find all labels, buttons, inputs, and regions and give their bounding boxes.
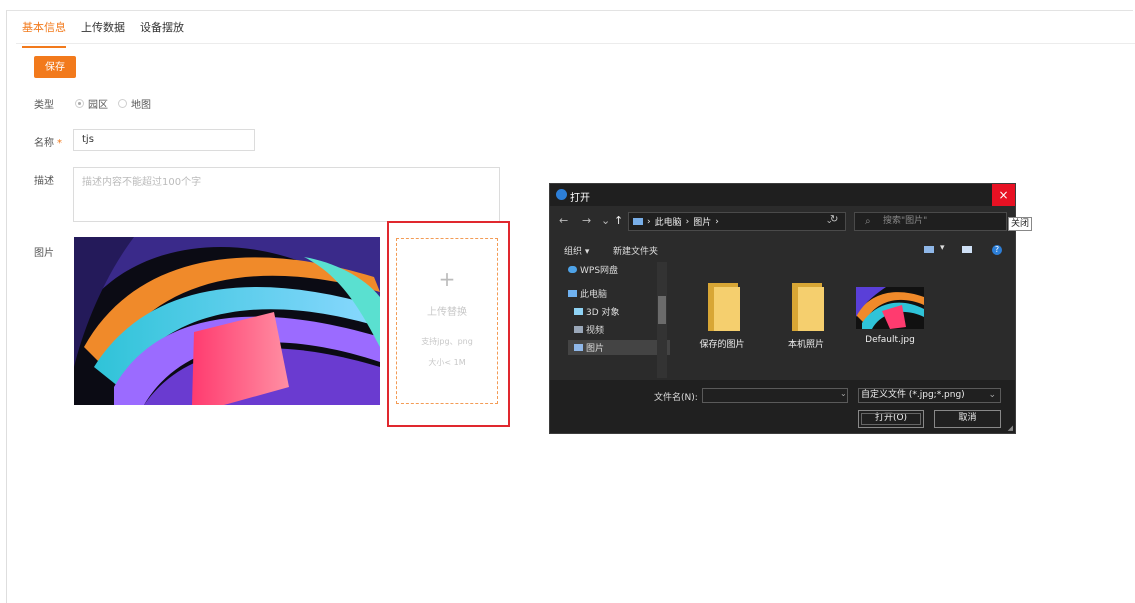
cancel-button[interactable]: 取消 — [934, 410, 1001, 428]
resize-grip-icon[interactable]: ◢ — [1008, 424, 1013, 432]
folder-camera-roll[interactable]: 本机照片 — [771, 283, 841, 350]
back-arrow-icon[interactable]: ← — [559, 214, 568, 227]
dialog-titlebar[interactable]: 打开 × — [550, 184, 1015, 206]
scrollbar-thumb[interactable] — [658, 296, 666, 324]
dialog-bottom-bar: 文件名(N): ⌄ 自定义文件 (*.jpg;*.png) ⌄ 打开(O) 取消… — [550, 380, 1015, 433]
filetype-value: 自定义文件 (*.jpg;*.png) — [861, 390, 965, 400]
tree-label: 3D 对象 — [586, 308, 620, 318]
tree-label: WPS网盘 — [580, 266, 619, 276]
folder-icon — [702, 283, 742, 331]
tree-item-wps[interactable]: WPS网盘 — [568, 262, 618, 277]
radio-park[interactable] — [75, 99, 84, 108]
organize-button[interactable]: 组织 ▾ — [564, 244, 589, 257]
tree-label: 图片 — [586, 344, 605, 354]
chevron-down-icon: ⌄ — [988, 390, 996, 400]
filename-dropdown-icon[interactable]: ⌄ — [840, 389, 847, 398]
type-radio-group: 园区 地图 — [75, 96, 151, 111]
description-textarea[interactable]: 描述内容不能超过100个字 — [73, 167, 500, 222]
name-label: 名称 * — [34, 134, 62, 149]
tab-bar: 基本信息 上传数据 设备摆放 — [22, 20, 184, 50]
dialog-nav-row: ← → ⌄ ↑ › 此电脑 › 图片 › ⌄ ↻ ⌕ 搜索"图片" — [550, 210, 1015, 234]
breadcrumb-sep-icon: › — [685, 216, 690, 227]
breadcrumb-sep-icon: › — [715, 216, 719, 227]
monitor-icon — [633, 218, 643, 225]
type-label: 类型 — [34, 100, 54, 111]
help-icon[interactable]: ? — [992, 245, 1002, 255]
upload-title: 上传替换 — [427, 307, 467, 318]
plus-icon: + — [438, 267, 456, 291]
radio-park-label[interactable]: 园区 — [88, 96, 108, 111]
image-thumbnail-icon — [856, 287, 924, 329]
recent-dropdown-icon[interactable]: ⌄ — [601, 214, 610, 227]
save-button[interactable]: 保存 — [34, 56, 76, 78]
dialog-title: 打开 — [570, 193, 590, 204]
folder-icon — [786, 283, 826, 331]
required-mark: * — [57, 138, 62, 149]
nav-tree: WPS网盘 此电脑 3D 对象 视频 图片 — [560, 262, 670, 378]
cube-icon — [574, 308, 583, 315]
tab-divider — [16, 43, 1135, 44]
open-button[interactable]: 打开(O) — [858, 410, 924, 428]
pictures-icon — [574, 344, 583, 351]
search-input[interactable]: ⌕ 搜索"图片" — [854, 212, 1007, 231]
computer-icon — [568, 290, 577, 297]
current-image — [74, 237, 380, 405]
upload-size-hint: 大小< 1M — [428, 358, 466, 367]
edge-icon — [556, 189, 567, 200]
file-list: 保存的图片 本机照片 Default.jpg — [675, 279, 1015, 379]
upload-format-hint: 支持jpg、png — [421, 337, 473, 346]
new-folder-button[interactable]: 新建文件夹 — [613, 244, 658, 257]
filetype-select[interactable]: 自定义文件 (*.jpg;*.png) ⌄ — [858, 388, 1001, 403]
breadcrumb-this-pc[interactable]: 此电脑 — [655, 215, 682, 228]
filename-label: 文件名(N): — [654, 393, 698, 403]
radio-map[interactable] — [118, 99, 127, 108]
address-bar[interactable]: › 此电脑 › 图片 › ⌄ — [628, 212, 846, 231]
breadcrumb-sep-icon: › — [647, 216, 651, 227]
image-label: 图片 — [34, 248, 54, 259]
file-name: 本机照片 — [787, 340, 824, 350]
description-label: 描述 — [34, 176, 54, 187]
tree-item-3d-objects[interactable]: 3D 对象 — [574, 304, 620, 319]
tree-label: 此电脑 — [580, 290, 608, 300]
tree-item-videos[interactable]: 视频 — [574, 322, 604, 337]
file-open-dialog: 打开 × ← → ⌄ ↑ › 此电脑 › 图片 › ⌄ ↻ ⌕ 搜索"图片" 组… — [549, 183, 1016, 434]
forward-arrow-icon[interactable]: → — [582, 214, 591, 227]
folder-saved-pictures[interactable]: 保存的图片 — [687, 283, 757, 350]
view-dropdown-icon[interactable]: ▾ — [940, 243, 945, 253]
video-icon — [574, 326, 583, 333]
breadcrumb-pictures[interactable]: 图片 — [693, 215, 711, 228]
up-arrow-icon[interactable]: ↑ — [614, 214, 623, 227]
file-name: Default.jpg — [865, 335, 915, 345]
filename-input[interactable] — [702, 388, 848, 403]
radio-map-label[interactable]: 地图 — [131, 96, 151, 111]
upload-replace-area[interactable]: + 上传替换 支持jpg、png 大小< 1M — [396, 238, 498, 404]
refresh-icon[interactable]: ↻ — [830, 214, 838, 225]
search-placeholder: 搜索"图片" — [883, 216, 928, 226]
close-icon[interactable]: × — [992, 184, 1015, 206]
view-options-icon[interactable] — [924, 246, 934, 253]
name-label-text: 名称 — [34, 138, 54, 149]
tree-scrollbar[interactable] — [657, 262, 667, 378]
tree-item-this-pc[interactable]: 此电脑 — [568, 286, 607, 301]
close-tooltip: 关闭 — [1008, 217, 1033, 231]
dialog-toolbar: 组织 ▾ 新建文件夹 ▾ ? — [550, 240, 1015, 260]
name-input[interactable]: tjs — [73, 129, 255, 151]
preview-pane-icon[interactable] — [962, 246, 972, 253]
tree-label: 视频 — [586, 326, 605, 336]
file-default-jpg[interactable]: Default.jpg — [855, 283, 925, 345]
search-icon: ⌕ — [865, 216, 871, 227]
tree-item-pictures[interactable]: 图片 — [568, 340, 670, 355]
file-name: 保存的图片 — [699, 340, 745, 350]
cloud-icon — [568, 266, 577, 273]
